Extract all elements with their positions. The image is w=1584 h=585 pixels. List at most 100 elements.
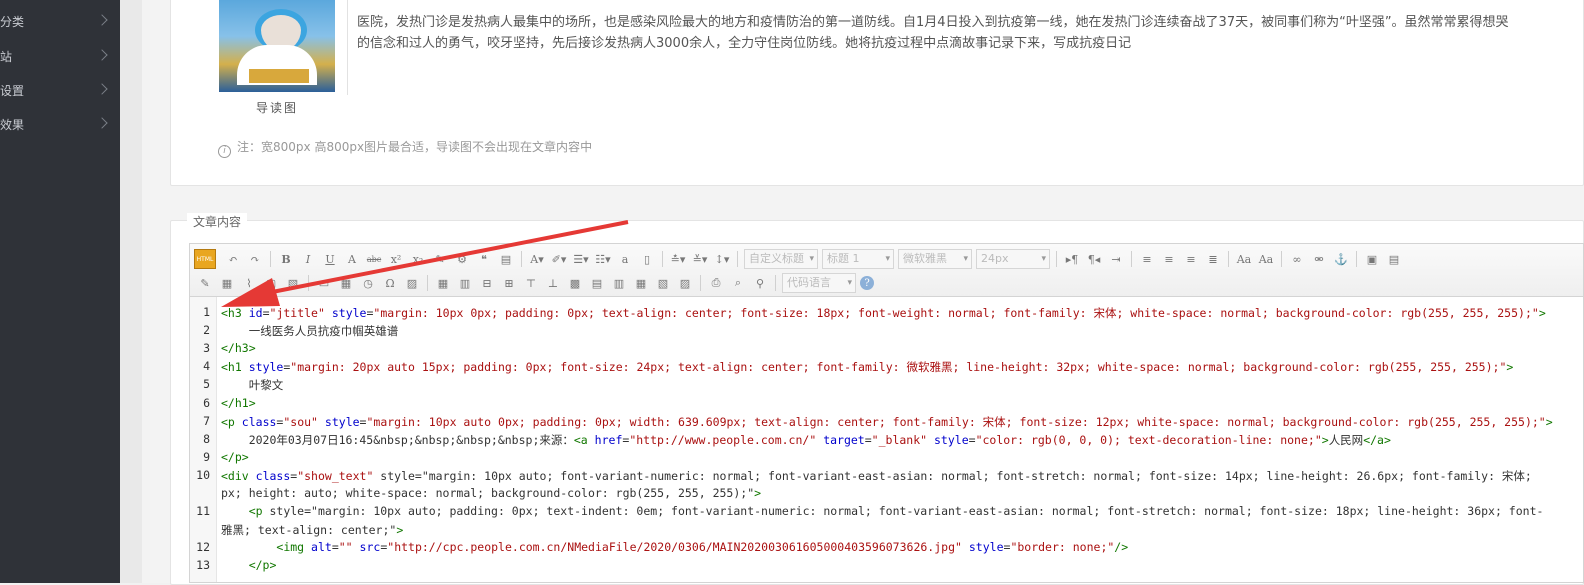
summary-line: 的信念和过人的勇气，咬牙坚持，先后接诊发热病人3000余人，全力守住岗位防线。她… xyxy=(357,36,1132,51)
help-icon[interactable]: ? xyxy=(860,276,874,290)
clear-doc-icon[interactable]: ▯ xyxy=(638,250,656,268)
article-content-legend: 文章内容 xyxy=(187,213,248,230)
indent-icon[interactable]: ⇥ xyxy=(1107,250,1125,268)
unlink-icon[interactable]: ⚮ xyxy=(1310,250,1328,268)
merge-cells-icon[interactable]: ▩ xyxy=(566,274,584,292)
link-icon[interactable]: ∞ xyxy=(1288,250,1306,268)
line-number: 2 xyxy=(203,323,210,338)
thumbnail-image[interactable] xyxy=(219,0,335,92)
split-rows-icon[interactable]: ▧ xyxy=(654,274,672,292)
line-height-icon[interactable]: ↕▾ xyxy=(713,250,731,268)
toolbar-separator xyxy=(775,275,776,291)
align-center-icon[interactable]: ≡ xyxy=(1160,250,1178,268)
anchor-icon[interactable]: ⚓ xyxy=(1332,250,1350,268)
sidebar-item-settings[interactable]: 设置 xyxy=(0,74,120,108)
sidebar-item-site[interactable]: 站 xyxy=(0,40,120,74)
delete-table-icon[interactable]: ▥ xyxy=(456,274,474,292)
line-number: 7 xyxy=(203,413,210,428)
unordered-list-icon[interactable]: ☷▾ xyxy=(594,250,612,268)
merge-right-icon[interactable]: ▤ xyxy=(588,274,606,292)
strikethrough-icon[interactable]: abc xyxy=(365,250,383,268)
format-match-icon[interactable]: ✎ xyxy=(431,250,449,268)
italic-icon[interactable]: I xyxy=(299,250,317,268)
code-line: <div class="show_text" style="margin: 10… xyxy=(221,468,1532,483)
time-icon[interactable]: ◷ xyxy=(359,274,377,292)
row-spacing-top-icon[interactable]: ≛▾ xyxy=(669,250,687,268)
align-left-icon[interactable]: ≡ xyxy=(1138,250,1156,268)
subscript-icon[interactable]: x₂ xyxy=(409,250,427,268)
delete-row-icon[interactable]: ⊞ xyxy=(500,274,518,292)
line-number: 8 xyxy=(203,431,210,446)
rich-text-editor: HTML ↶ ↷ B I U A abc x² x₂ ✎ ⚙ ❝ ▤ A▾ ✐▾… xyxy=(189,243,1584,583)
redo-icon[interactable]: ↷ xyxy=(246,250,264,268)
row-spacing-bottom-icon[interactable]: ≚▾ xyxy=(691,250,709,268)
special-chars-icon[interactable]: Ω xyxy=(381,274,399,292)
font-family-select[interactable]: 微软雅黑 xyxy=(898,249,972,269)
insert-table-icon[interactable]: ▦ xyxy=(434,274,452,292)
delete-col-icon[interactable]: ⊥ xyxy=(544,274,562,292)
font-border-icon[interactable]: A xyxy=(343,250,361,268)
image-none-icon[interactable]: ▣ xyxy=(1363,250,1381,268)
sidebar-item-effects[interactable]: 效果 xyxy=(0,108,120,142)
toolbar-separator xyxy=(270,251,271,267)
date-icon[interactable]: ▦ xyxy=(337,274,355,292)
paste-plain-icon[interactable]: ▤ xyxy=(497,250,515,268)
superscript-icon[interactable]: x² xyxy=(387,250,405,268)
toolbar-separator xyxy=(737,251,738,267)
print-icon[interactable]: ⎙ xyxy=(707,274,725,292)
sidebar-item-label: 效果 xyxy=(0,118,25,132)
summary-text[interactable]: 医院，发热门诊是发热病人最集中的场所，也是感染风险最大的地方和疫情防治的第一道防… xyxy=(357,0,1584,54)
code-line: </h3> xyxy=(221,341,256,356)
back-color-icon[interactable]: ✐▾ xyxy=(550,250,568,268)
select-all-icon[interactable]: a xyxy=(616,250,634,268)
align-right-icon[interactable]: ≡ xyxy=(1182,250,1200,268)
rtl-icon[interactable]: ¶◂ xyxy=(1085,250,1103,268)
sidebar-shadow xyxy=(120,0,142,583)
code-line: 叶黎文 xyxy=(221,378,284,393)
split-cols-icon[interactable]: ▨ xyxy=(676,274,694,292)
save-icon[interactable]: ▦ xyxy=(218,274,236,292)
split-cells-icon[interactable]: ▦ xyxy=(632,274,650,292)
code-editor[interactable]: 1 2 3 4 5 6 7 8 9 10 11 12 13 <h3 id="jtitle" style=… xyxy=(190,297,1583,582)
insert-col-icon[interactable]: ⊤ xyxy=(522,274,540,292)
blockquote-icon[interactable]: ❝ xyxy=(475,250,493,268)
sidebar: 分类 站 设置 效果 xyxy=(0,0,120,583)
page-break-icon[interactable]: ▭ xyxy=(315,274,333,292)
image-left-icon[interactable]: ▤ xyxy=(1385,250,1403,268)
insert-frame-icon[interactable]: ▢ xyxy=(262,274,280,292)
code-icon[interactable]: ▧ xyxy=(284,274,302,292)
ltr-icon[interactable]: ▸¶ xyxy=(1063,250,1081,268)
code-line: <h3 id="jtitle" style="margin: 10px 0px;… xyxy=(221,306,1546,320)
custom-style-select[interactable]: 自定义标题 xyxy=(744,249,818,269)
uppercase-icon[interactable]: Aa xyxy=(1235,250,1253,268)
code-language-select[interactable]: 代码语言 xyxy=(782,273,856,293)
line-number: 6 xyxy=(203,395,210,410)
pencil-icon[interactable]: ✎ xyxy=(196,274,214,292)
toolbar-separator xyxy=(662,251,663,267)
line-number: 10 xyxy=(196,467,210,482)
preview-icon[interactable]: ⌕ xyxy=(729,274,747,292)
bold-icon[interactable]: B xyxy=(277,250,295,268)
underline-icon[interactable]: U xyxy=(321,250,339,268)
chevron-right-icon xyxy=(96,117,108,129)
chevron-right-icon xyxy=(96,49,108,61)
sidebar-item-label: 设置 xyxy=(0,84,25,98)
merge-down-icon[interactable]: ▥ xyxy=(610,274,628,292)
undo-icon[interactable]: ↶ xyxy=(224,250,242,268)
autotypeset-icon[interactable]: ⚙ xyxy=(453,250,471,268)
align-justify-icon[interactable]: ≣ xyxy=(1204,250,1222,268)
ordered-list-icon[interactable]: ☰▾ xyxy=(572,250,590,268)
font-size-select[interactable]: 24px xyxy=(976,249,1050,269)
line-number: 3 xyxy=(203,341,210,356)
sidebar-item-category[interactable]: 分类 xyxy=(0,5,120,39)
html-source-button[interactable]: HTML xyxy=(194,249,216,269)
chart-icon[interactable]: ▨ xyxy=(403,274,421,292)
search-replace-icon[interactable]: ⚲ xyxy=(751,274,769,292)
insert-row-icon[interactable]: ⊟ xyxy=(478,274,496,292)
font-color-icon[interactable]: A▾ xyxy=(528,250,546,268)
paragraph-format-select[interactable]: 标题 1 xyxy=(822,249,894,269)
thumbnail-panel: 导读图 医院，发热门诊是发热病人最集中的场所，也是感染风险最大的地方和疫情防治的… xyxy=(170,0,1584,186)
line-number: 4 xyxy=(203,359,210,374)
lowercase-icon[interactable]: Aa xyxy=(1257,250,1275,268)
attachment-icon[interactable]: ⌇ xyxy=(240,274,258,292)
